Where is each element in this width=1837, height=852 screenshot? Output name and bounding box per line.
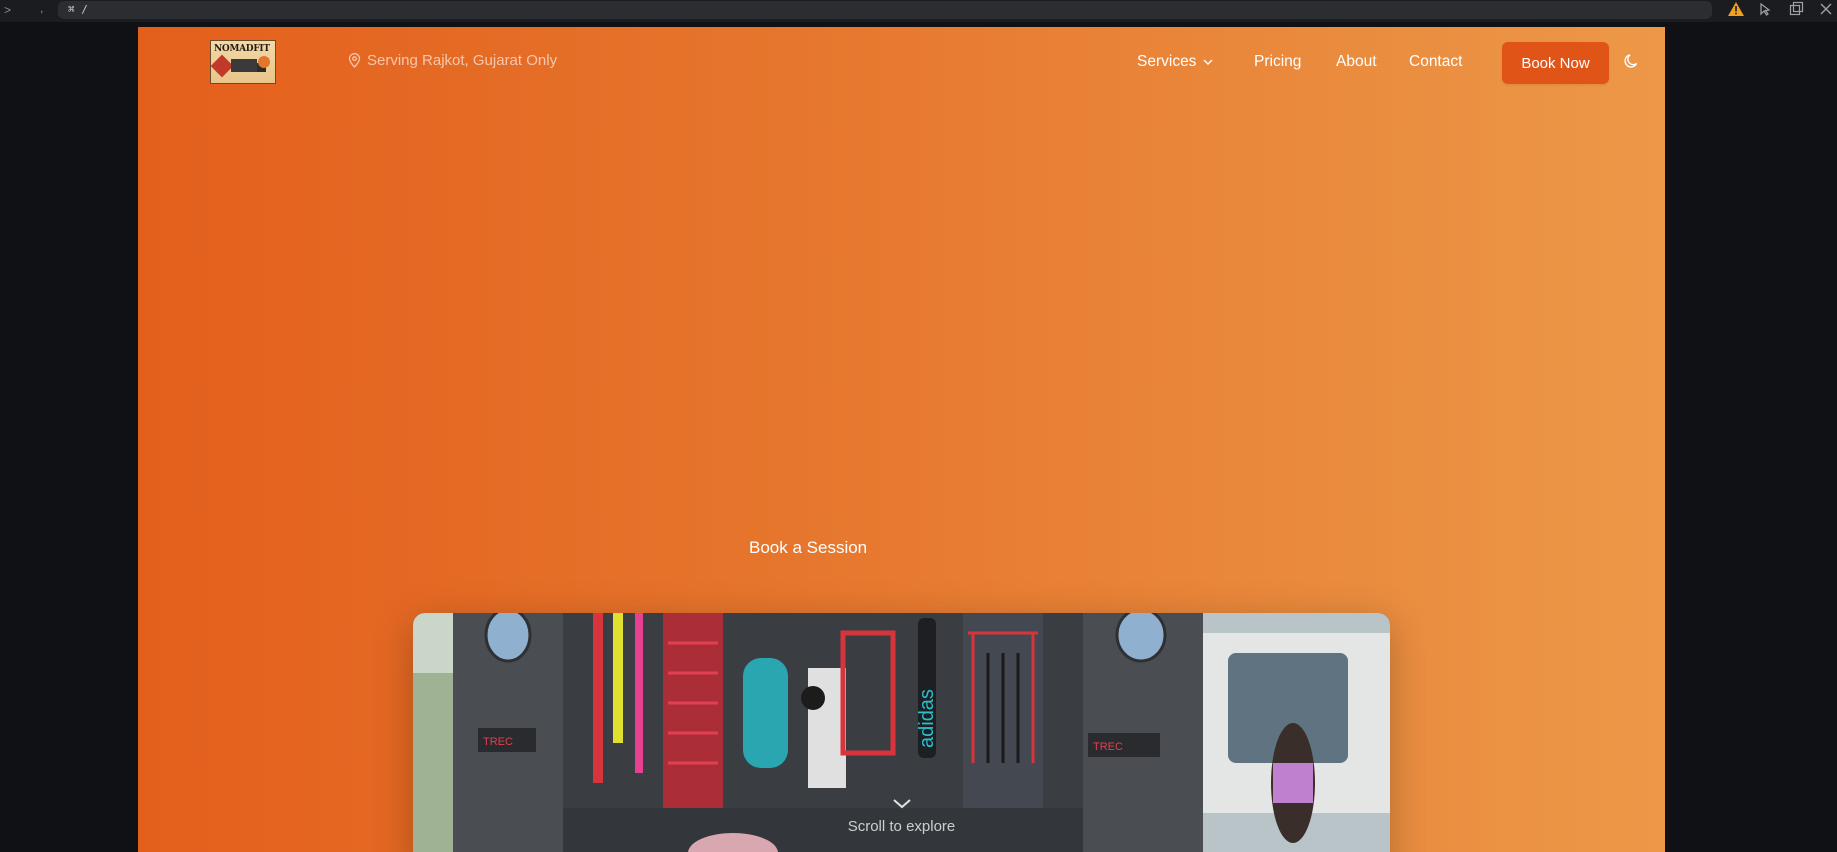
logo-burst-shape [211, 54, 234, 78]
map-pin-icon [348, 53, 361, 68]
close-icon[interactable] [1818, 1, 1834, 17]
chevron-right-icon[interactable]: > [4, 3, 11, 17]
logo-truck-icon [231, 59, 266, 72]
nav-about[interactable]: About [1336, 53, 1377, 71]
book-session-link[interactable]: Book a Session [749, 538, 867, 558]
logo-text: NOMADFIT [214, 44, 270, 54]
location-text: Serving Rajkot, Gujarat Only [367, 52, 558, 69]
url-field[interactable]: ⌘ / [58, 1, 1712, 19]
logo[interactable]: NOMADFIT [210, 40, 276, 84]
chevron-down-icon [1203, 59, 1213, 65]
scroll-indicator[interactable]: Scroll to explore [138, 797, 1665, 835]
nav-services[interactable]: Services [1137, 53, 1214, 71]
external-window-icon[interactable] [1788, 1, 1804, 17]
nav-services-label: Services [1137, 53, 1197, 70]
logo-accent-shape [258, 56, 270, 68]
inspect-cursor-icon[interactable] [1757, 1, 1773, 17]
hero-section: NOMADFIT Serving Rajkot, Gujarat Only Se… [138, 27, 1665, 852]
nav-contact[interactable]: Contact [1409, 53, 1462, 71]
chevron-down-icon [892, 799, 911, 809]
moon-icon[interactable] [1622, 51, 1642, 71]
devbar-separator: , [40, 1, 44, 15]
service-location: Serving Rajkot, Gujarat Only [348, 52, 557, 69]
left-door-sign: TREC [483, 736, 513, 748]
nav-pricing[interactable]: Pricing [1254, 53, 1301, 71]
book-now-button[interactable]: Book Now [1502, 42, 1609, 84]
interior-vertical-text: adidas [916, 689, 938, 748]
warning-icon[interactable] [1727, 1, 1745, 17]
scroll-label: Scroll to explore [847, 818, 956, 835]
right-door-sign: TREC [1093, 741, 1123, 753]
dev-toolbar: > , ⌘ / [0, 0, 1837, 22]
